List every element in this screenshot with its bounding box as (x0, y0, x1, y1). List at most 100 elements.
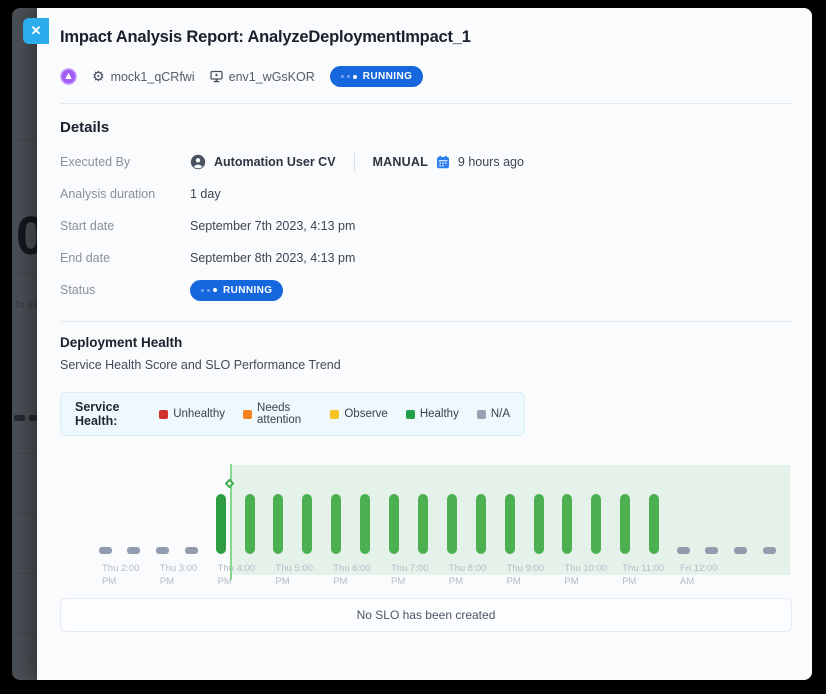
x-axis-tick-label: Fri 12:00AM (680, 563, 718, 589)
details-heading: Details (60, 119, 792, 136)
health-bar-healthy[interactable] (418, 494, 428, 554)
gear-icon: ⚙ (92, 70, 105, 84)
health-bar-healthy[interactable] (273, 494, 283, 554)
legend-item: Observe (330, 408, 387, 420)
health-bar-healthy[interactable] (476, 494, 486, 554)
service-health-legend: Service Health: Unhealthy Needs attention… (60, 392, 525, 436)
running-status-label: RUNNING (223, 285, 272, 296)
background-bar-stub (14, 415, 25, 421)
legend-label: N/A (491, 408, 510, 420)
x-axis-tick-label: Thu 10:00PM (564, 563, 607, 589)
background-divider (12, 633, 37, 634)
legend-swatch-icon (477, 410, 486, 419)
detail-value: September 7th 2023, 4:13 pm (190, 219, 355, 233)
x-axis-tick-label: Thu 6:00PM (333, 563, 371, 589)
background-clipped-text: To exp (14, 300, 37, 311)
health-bar-healthy[interactable] (389, 494, 399, 554)
deployment-health-heading: Deployment Health (60, 335, 792, 350)
health-bar-healthy[interactable] (620, 494, 630, 554)
detail-row-end-date: End date September 8th 2023, 4:13 pm (60, 247, 792, 269)
x-axis-tick-label: Thu 2:00PM (102, 563, 140, 589)
detail-label: Executed By (60, 155, 190, 169)
legend-swatch-icon (159, 410, 168, 419)
background-divider (12, 453, 37, 454)
user-avatar-icon (190, 154, 206, 170)
x-axis-tick-label: Thu 3:00PM (160, 563, 198, 589)
detail-label: Start date (60, 219, 190, 233)
running-spinner-icon (341, 75, 357, 79)
health-bar-na[interactable] (127, 547, 140, 554)
detail-row-start-date: Start date September 7th 2023, 4:13 pm (60, 215, 792, 237)
impact-analysis-icon (60, 68, 77, 85)
impact-analysis-report-drawer: Impact Analysis Report: AnalyzeDeploymen… (37, 8, 812, 680)
detail-row-analysis-duration: Analysis duration 1 day (60, 183, 792, 205)
legend-label: Healthy (420, 408, 459, 420)
health-bar-healthy[interactable] (245, 494, 255, 554)
legend-swatch-icon (406, 410, 415, 419)
service-health-chart[interactable]: Thu 2:00PM Thu 3:00PM Thu 4:00PM Thu 5:00PM… (60, 459, 792, 589)
background-divider (12, 140, 37, 141)
detail-value: September 8th 2023, 4:13 pm (190, 251, 355, 265)
deployment-health-subtitle: Service Health Score and SLO Performance… (60, 358, 792, 372)
calendar-icon (436, 155, 450, 169)
x-axis-tick-label: Thu 8:00PM (449, 563, 487, 589)
automation-name: mock1_qCRfwi (111, 70, 195, 84)
legend-swatch-icon (330, 410, 339, 419)
detail-label: Status (60, 283, 190, 297)
running-status-label: RUNNING (363, 71, 412, 82)
x-axis-tick-label: Thu 7:00PM (391, 563, 429, 589)
health-bar-healthy[interactable] (591, 494, 601, 554)
health-bar-healthy[interactable] (534, 494, 544, 554)
running-spinner-icon (201, 288, 217, 292)
legend-title: Service Health: (75, 400, 141, 428)
x-axis-tick-label: Thu 4:00PM (218, 563, 256, 589)
health-bar-healthy[interactable] (331, 494, 341, 554)
x-axis-tick-label: Thu 9:00PM (507, 563, 545, 589)
report-meta-row: ⚙ mock1_qCRfwi env1_wGsKOR (60, 66, 792, 103)
health-bar-na[interactable] (677, 547, 690, 554)
health-bar-na[interactable] (734, 547, 747, 554)
running-status-badge: RUNNING (190, 280, 283, 301)
detail-label: End date (60, 251, 190, 265)
legend-label: Observe (344, 408, 387, 420)
environment-icon (210, 70, 223, 83)
vertical-separator (354, 153, 355, 171)
health-bar-healthy[interactable] (447, 494, 457, 554)
screenshot-frame: 0 To exp Impact Analysis Report: Analyze… (0, 0, 826, 694)
legend-label: Needs attention (257, 402, 312, 426)
legend-item: Needs attention (243, 402, 312, 426)
slo-empty-state: No SLO has been created (60, 598, 792, 632)
app-page: 0 To exp Impact Analysis Report: Analyze… (12, 8, 812, 680)
health-bar-healthy[interactable] (360, 494, 370, 554)
detail-label: Analysis duration (60, 187, 190, 201)
detail-row-executed-by: Executed By Automation User CV MANUAL (60, 151, 792, 173)
x-axis-tick-label: Thu 5:00PM (275, 563, 313, 589)
legend-item: Healthy (406, 408, 459, 420)
detail-row-status: Status RUNNING (60, 279, 792, 301)
legend-item: N/A (477, 408, 510, 420)
health-bar-healthy[interactable] (216, 494, 226, 554)
automation-ref[interactable]: ⚙ mock1_qCRfwi (92, 70, 195, 84)
health-bar-na[interactable] (156, 547, 169, 554)
environment-name: env1_wGsKOR (229, 70, 315, 84)
health-bar-na[interactable] (185, 547, 198, 554)
health-bar-na[interactable] (705, 547, 718, 554)
background-big-number: 0 (16, 205, 37, 267)
health-bar-healthy[interactable] (505, 494, 515, 554)
health-bar-na[interactable] (763, 547, 776, 554)
close-button[interactable]: ✕ (23, 18, 49, 44)
legend-item: Unhealthy (159, 408, 225, 420)
health-bar-healthy[interactable] (302, 494, 312, 554)
health-bar-na[interactable] (99, 547, 112, 554)
health-bar-healthy[interactable] (562, 494, 572, 554)
background-bar-stub (29, 415, 37, 421)
trigger-type: MANUAL (373, 155, 428, 169)
executed-by-user: Automation User CV (214, 155, 336, 169)
deployment-health-section: Deployment Health Service Health Score a… (37, 322, 812, 632)
x-axis-tick-label: Thu 11:00PM (622, 563, 664, 589)
environment-ref[interactable]: env1_wGsKOR (210, 70, 315, 84)
details-section: Details Executed By Automation User CV (37, 104, 812, 321)
dimmed-background-page: 0 To exp (12, 8, 37, 680)
detail-value: RUNNING (190, 280, 283, 301)
health-bar-healthy[interactable] (649, 494, 659, 554)
